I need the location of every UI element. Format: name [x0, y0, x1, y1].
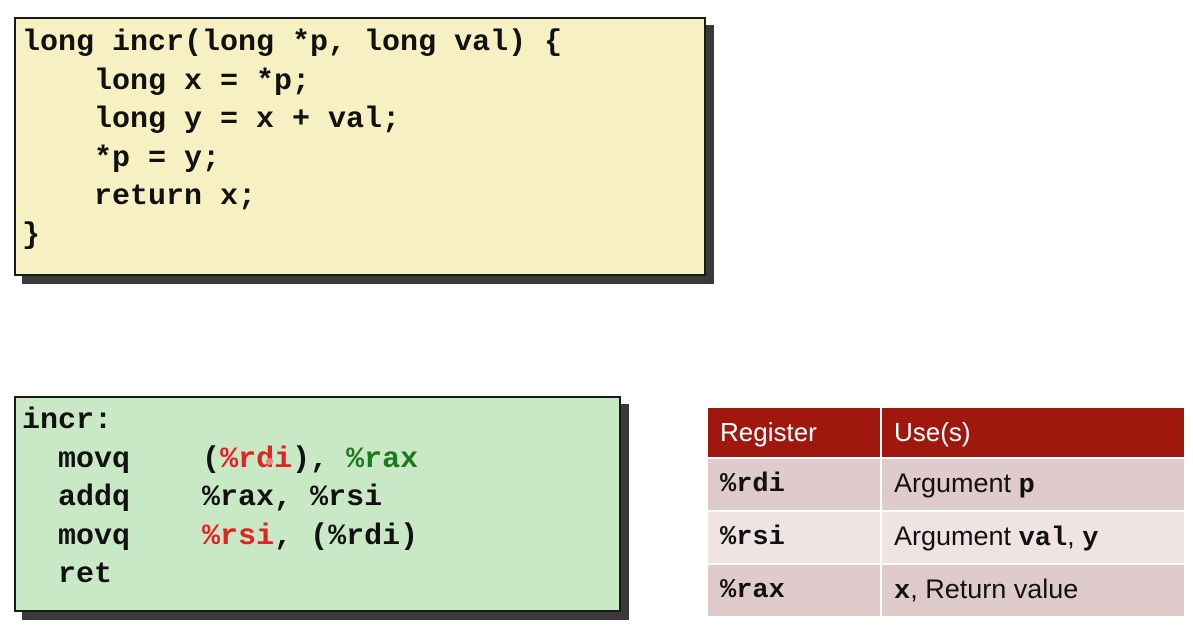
register-cell: %rsi [706, 510, 882, 565]
use-cell: Argument p [880, 457, 1186, 512]
c-source-box: long incr(long *p, long val) { long x = … [14, 17, 706, 276]
asm-arg-highlight: %rdi [220, 442, 293, 477]
use-cell: x, Return value [880, 563, 1186, 618]
asm-line: movq (%rdi), %rax [22, 441, 619, 480]
asm-op: addq [58, 481, 131, 515]
register-table: Register Use(s) %rdi Argument p %rsi Arg… [706, 406, 1186, 618]
asm-label: incr: [22, 404, 113, 438]
use-code: p [1018, 471, 1035, 501]
code-line: long x = *p; [22, 64, 311, 99]
table-row: %rdi Argument p [706, 457, 1186, 512]
use-sep: , [1067, 521, 1083, 551]
asm-arg-highlight: %rsi [202, 519, 275, 554]
table-header-row: Register Use(s) [706, 406, 1186, 459]
asm-args: , (%rdi) [274, 519, 419, 554]
table-row: %rsi Argument val, y [706, 510, 1186, 565]
asm-line: addq %rax, %rsi [22, 479, 619, 518]
code-line: long incr(long *p, long val) { [22, 26, 563, 60]
code-line: long y = x + val; [22, 103, 401, 137]
register-cell: %rdi [706, 457, 882, 512]
use-cell: Argument val, y [880, 510, 1186, 565]
code-line: *p = y; [22, 141, 221, 176]
use-text: Argument [894, 468, 1019, 498]
assembly-box: incr: movq (%rdi), %rax addq %rax, %rsi … [14, 396, 621, 612]
use-code: y [1082, 524, 1099, 554]
header-register: Register [706, 406, 882, 459]
asm-paren: ( [202, 442, 221, 477]
use-text: , Return value [910, 574, 1079, 604]
use-code: val [1018, 524, 1068, 554]
asm-sep: ), [292, 442, 347, 477]
cursor-dot [266, 457, 274, 465]
register-cell: %rax [706, 563, 882, 618]
header-uses: Use(s) [880, 406, 1186, 459]
asm-line: ret [22, 556, 619, 595]
asm-line: movq %rsi, (%rdi) [22, 518, 619, 557]
asm-arg-highlight: %rax [346, 442, 419, 477]
asm-op: ret [58, 558, 113, 592]
asm-op: movq [58, 519, 131, 554]
asm-args: %rax, %rsi [202, 481, 383, 515]
asm-op: movq [58, 442, 131, 477]
code-line: } [22, 218, 41, 253]
code-line: return x; [22, 180, 257, 214]
table-row: %rax x, Return value [706, 563, 1186, 618]
use-text: Argument [894, 521, 1019, 551]
use-code: x [894, 577, 911, 607]
